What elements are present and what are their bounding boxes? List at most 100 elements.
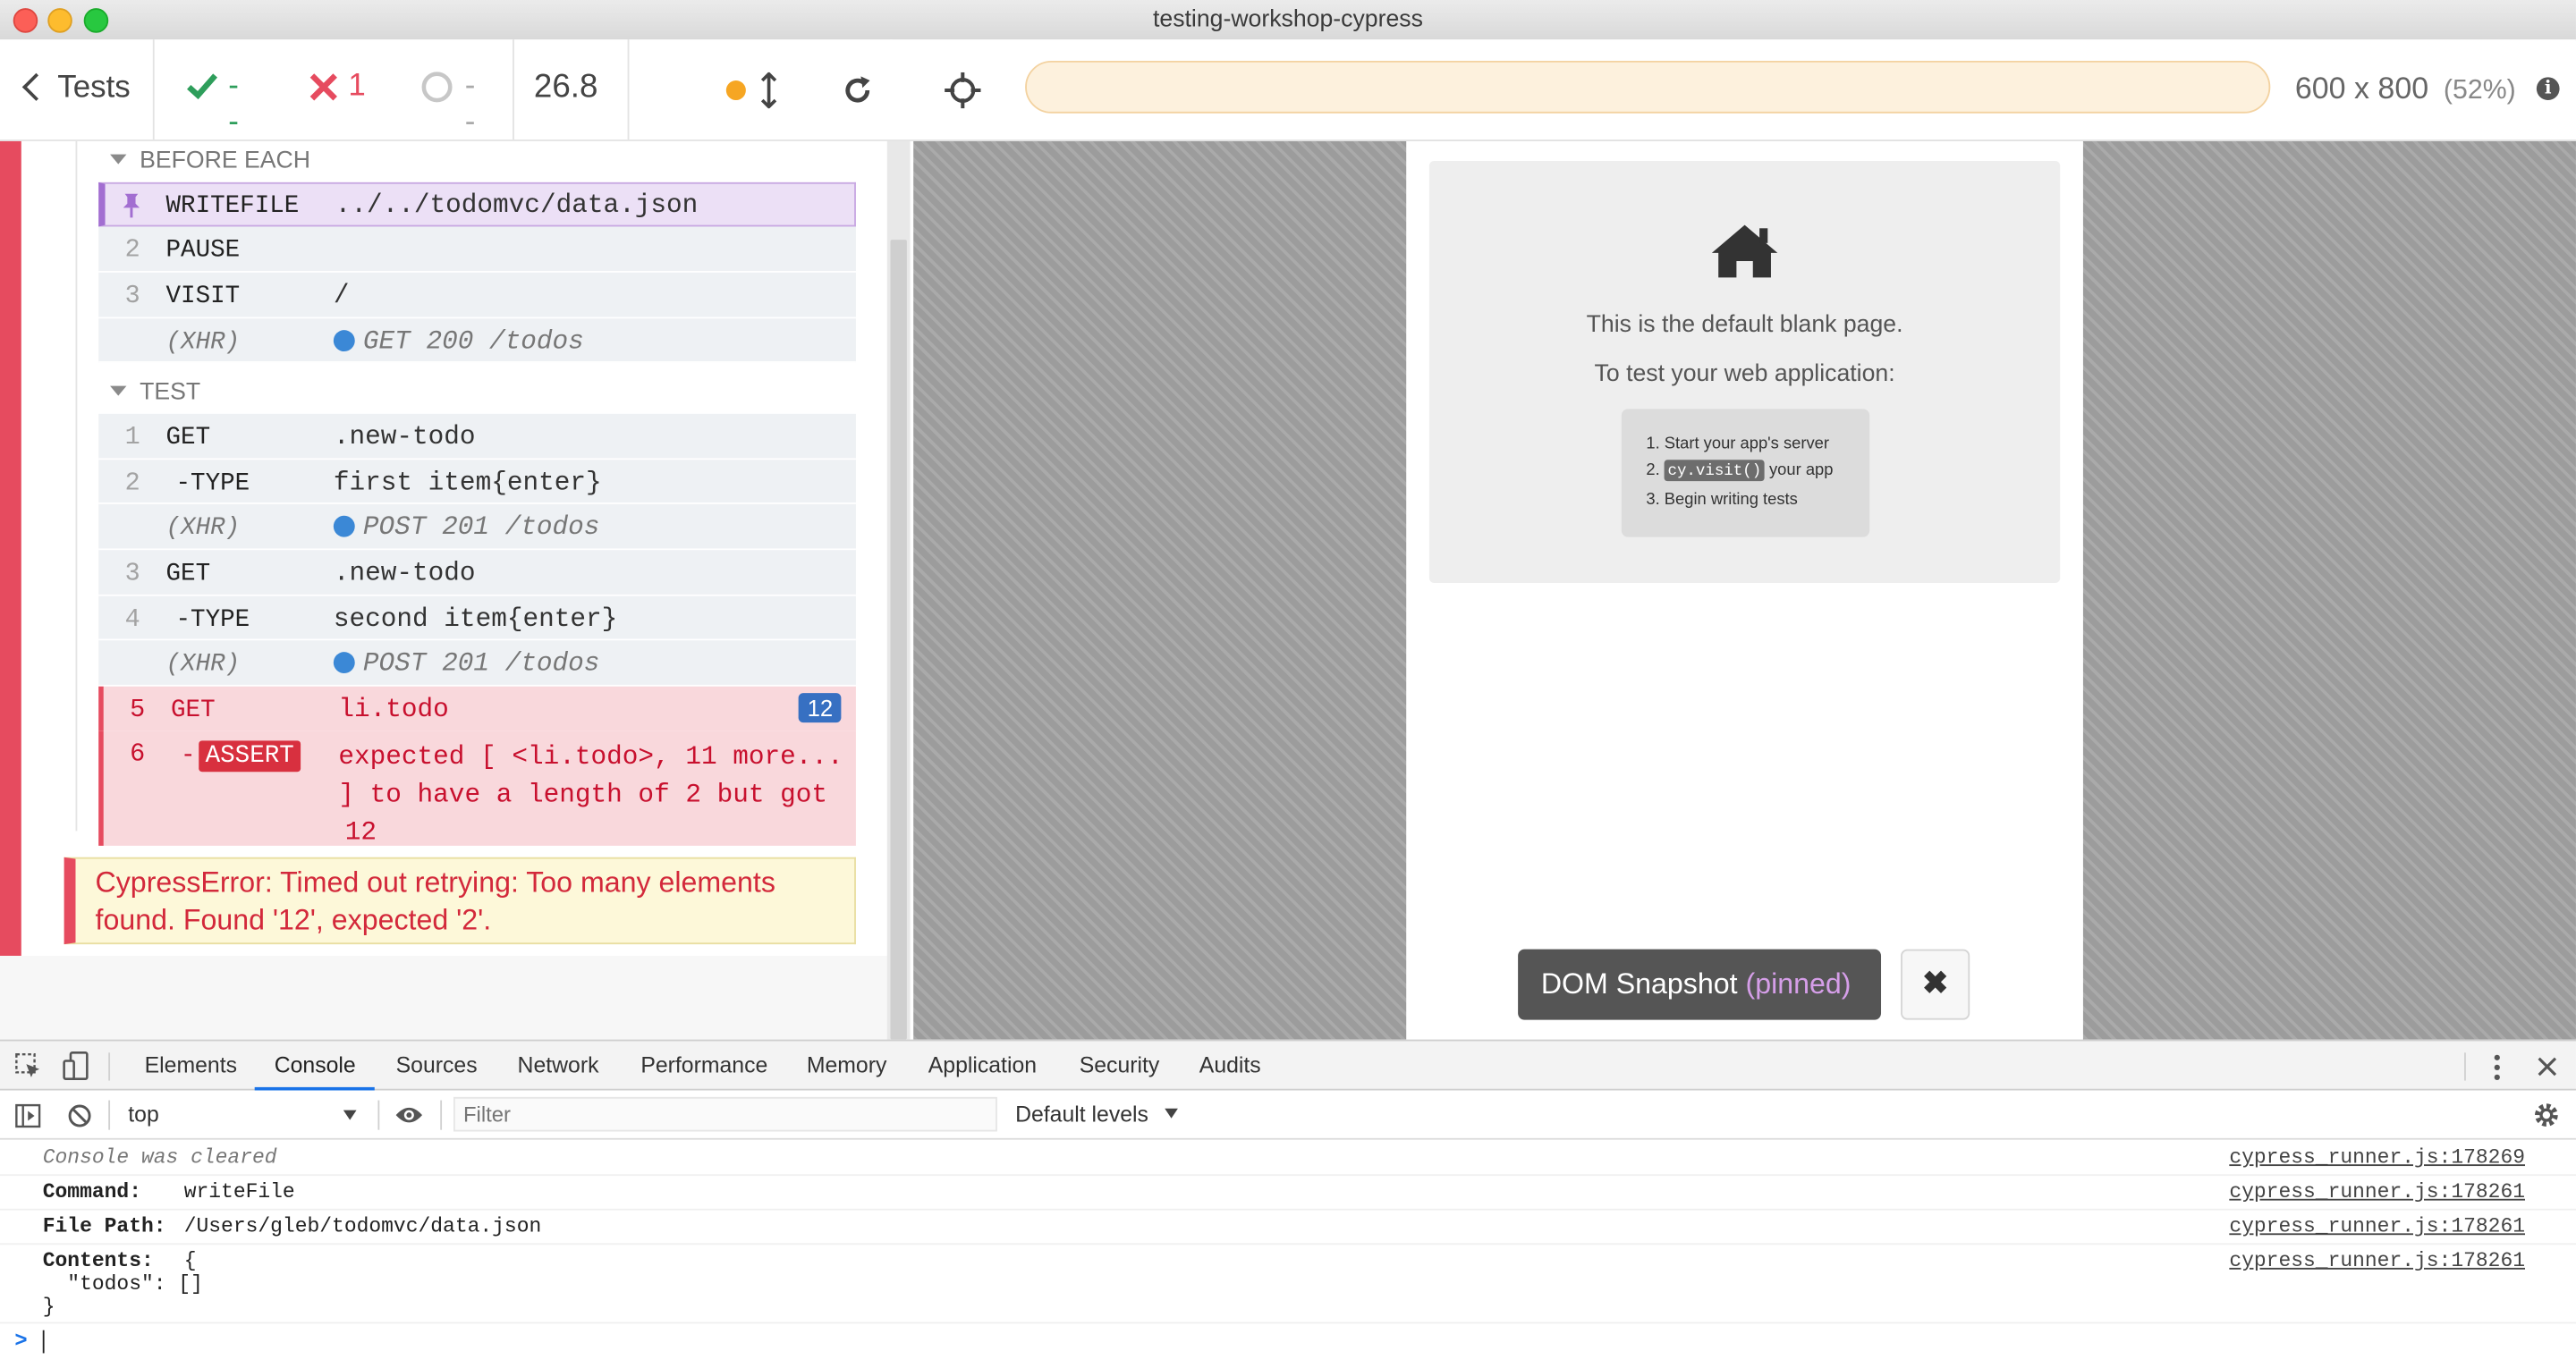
x-icon: [309, 73, 337, 101]
command-writefile[interactable]: WRITEFILE ../../todomvc/data.json: [98, 182, 856, 227]
info-icon[interactable]: i: [2536, 77, 2560, 101]
command-assert-failed[interactable]: 6 - ASSERT expected [ <li.todo>, 11 more.…: [98, 730, 856, 848]
device-toolbar-icon[interactable]: [63, 1051, 90, 1080]
pin-icon: [123, 193, 140, 218]
console-filter-input[interactable]: [453, 1096, 997, 1132]
hook-title: BEFORE EACH: [140, 148, 311, 174]
context-selector[interactable]: top: [128, 1101, 361, 1130]
console-key: Command:: [42, 1180, 141, 1204]
command-message: ../../todomvc/data.json: [335, 190, 699, 221]
arrows-vertical-icon: [760, 72, 777, 109]
more-options-icon[interactable]: [2492, 1052, 2502, 1082]
assert-badge: ASSERT: [199, 740, 301, 773]
command-message: second item{enter}: [333, 604, 618, 634]
url-bar[interactable]: [1025, 60, 2271, 114]
auto-scroll-toggle[interactable]: [724, 72, 784, 109]
console-key: Contents:: [42, 1249, 154, 1273]
gear-icon[interactable]: [2533, 1102, 2559, 1127]
code-chip: cy.visit(): [1664, 460, 1765, 482]
console-prompt[interactable]: >: [0, 1323, 2576, 1359]
close-icon: ✖: [1921, 967, 1949, 1002]
viewport-dimensions: 600 x 800: [2294, 70, 2429, 106]
console-message: Contents: { "todos": [] } cypress_runner…: [0, 1245, 2576, 1324]
hook-test[interactable]: TEST: [110, 379, 201, 406]
command-number: 5: [130, 694, 146, 724]
snapshot-state: (pinned): [1745, 967, 1852, 1001]
snapshot-label: DOM Snapshot: [1540, 967, 1738, 1001]
command-name: (XHR): [165, 513, 241, 543]
reporter-scrollbar-thumb[interactable]: [890, 240, 907, 1040]
step-prefix: 2.: [1646, 461, 1660, 480]
tab-memory[interactable]: Memory: [807, 1052, 887, 1077]
console-message: File Path: /Users/gleb/todomvc/data.json…: [0, 1211, 2576, 1246]
command-type[interactable]: 4 -TYPE second item{enter}: [98, 595, 856, 641]
tab-network[interactable]: Network: [518, 1052, 599, 1077]
tab-elements[interactable]: Elements: [145, 1052, 237, 1077]
unpin-snapshot-button[interactable]: ✖: [1901, 949, 1970, 1020]
tab-application[interactable]: Application: [928, 1052, 1037, 1077]
command-get[interactable]: 3 GET .new-todo: [98, 550, 856, 596]
app-window: testing-workshop-cypress Tests -- 1 -- 2…: [0, 0, 2576, 1364]
command-message: .new-todo: [333, 558, 476, 588]
tab-sources[interactable]: Sources: [396, 1052, 478, 1077]
command-name: (XHR): [165, 328, 241, 357]
error-line: CypressError: Timed out retrying: Too ma…: [95, 865, 775, 899]
tests-label: Tests: [57, 70, 131, 106]
blank-page-text: To test your web application:: [1594, 361, 1895, 388]
console-source-link[interactable]: cypress_runner.js:178261: [2229, 1250, 2525, 1273]
eye-icon[interactable]: [394, 1105, 424, 1125]
chevron-left-icon: [21, 72, 50, 101]
command-name: GET: [165, 423, 211, 452]
reload-icon[interactable]: [841, 74, 874, 107]
command-get[interactable]: 1 GET .new-todo: [98, 413, 856, 460]
hook-before-each[interactable]: BEFORE EACH: [110, 148, 311, 174]
window-title: testing-workshop-cypress: [1152, 6, 1423, 33]
console-value: writeFile: [183, 1180, 295, 1204]
console-source-link[interactable]: cypress_runner.js:178261: [2229, 1181, 2525, 1204]
console-source-link[interactable]: cypress_runner.js:178261: [2229, 1215, 2525, 1238]
message-line: ] to have a length of 2 but got: [338, 780, 828, 810]
prompt-chevron-icon: >: [14, 1327, 28, 1352]
command-xhr[interactable]: (XHR) POST 201 /todos: [98, 503, 856, 551]
tab-performance[interactable]: Performance: [640, 1052, 767, 1077]
inspect-element-icon[interactable]: [15, 1052, 43, 1080]
console-message: Console was cleared cypress_runner.js:17…: [0, 1142, 2576, 1177]
command-message: GET 200 /todos: [362, 326, 584, 357]
command-name: -TYPE: [175, 605, 250, 634]
tab-console[interactable]: Console: [275, 1052, 356, 1077]
command-get-failed[interactable]: 5 GET li.todo 12: [98, 686, 856, 731]
console-value: }: [42, 1296, 55, 1319]
command-visit[interactable]: 3 VISIT /: [98, 272, 856, 319]
log-levels-dropdown[interactable]: Default levels: [1015, 1101, 1177, 1130]
command-name: - ASSERT: [181, 740, 301, 773]
command-name: PAUSE: [165, 236, 241, 265]
hook-title: TEST: [140, 379, 201, 406]
console-value: {: [183, 1249, 197, 1273]
console-value: /Users/gleb/todomvc/data.json: [183, 1215, 542, 1238]
command-number: 3: [124, 558, 140, 588]
pending-count: --: [464, 69, 476, 140]
show-sidebar-icon[interactable]: [15, 1103, 41, 1128]
command-type[interactable]: 2 -TYPE first item{enter}: [98, 460, 856, 504]
dom-snapshot-pill: DOM Snapshot (pinned): [1518, 949, 1882, 1020]
command-message: POST 201 /todos: [362, 648, 600, 679]
command-pause[interactable]: 2 PAUSE: [98, 226, 856, 273]
command-xhr[interactable]: (XHR) GET 200 /todos: [98, 318, 856, 363]
command-number: 3: [124, 281, 140, 311]
tab-audits[interactable]: Audits: [1199, 1052, 1261, 1077]
close-devtools-icon[interactable]: [2537, 1056, 2558, 1077]
clear-console-icon[interactable]: [67, 1103, 92, 1128]
command-name: GET: [165, 560, 211, 588]
message-line: 12: [344, 817, 377, 848]
selector-playground-icon[interactable]: [945, 72, 981, 109]
failed-count: 1: [348, 69, 366, 104]
command-number: 2: [124, 234, 140, 265]
command-xhr[interactable]: (XHR) POST 201 /todos: [98, 640, 856, 687]
command-name: WRITEFILE: [165, 191, 300, 221]
viewport-scale: (52%): [2443, 75, 2516, 106]
command-number: 1: [124, 422, 140, 452]
console-source-link[interactable]: cypress_runner.js:178269: [2229, 1146, 2525, 1170]
element-count-badge: 12: [799, 693, 842, 723]
blank-page-card: This is the default blank page. To test …: [1428, 160, 2061, 584]
tab-security[interactable]: Security: [1080, 1052, 1160, 1077]
